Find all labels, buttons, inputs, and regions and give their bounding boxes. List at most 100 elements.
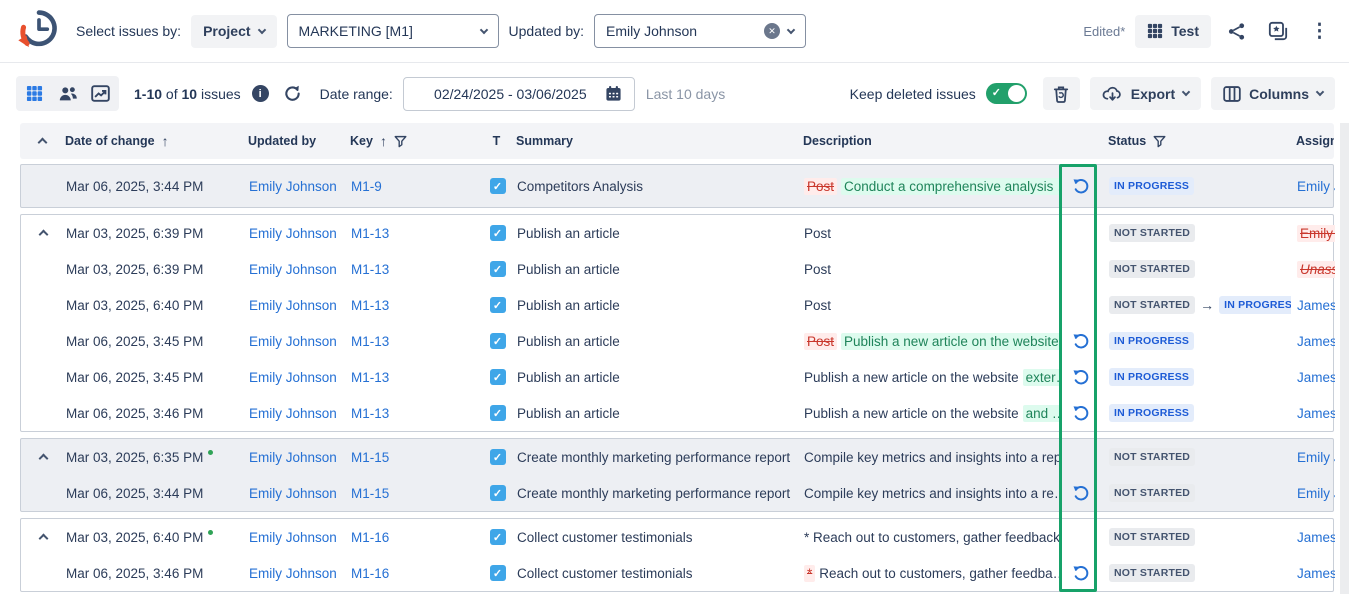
assignee-link[interactable]: James (1297, 530, 1335, 545)
chevron-down-icon (479, 25, 487, 33)
col-assignee-label[interactable]: Assignee (1296, 134, 1334, 148)
kebab-menu-button[interactable]: ⋮ (1304, 18, 1335, 45)
saved-reports-button[interactable] (1262, 17, 1294, 45)
collapse-all-chevron-icon[interactable] (38, 138, 48, 146)
col-status-label[interactable]: Status (1108, 134, 1146, 148)
col-type-label[interactable]: T (493, 134, 501, 148)
assignee-link[interactable]: Emily Johnson (1297, 450, 1335, 465)
change-date-text: Mar 06, 2025, 3:45 PM (66, 370, 203, 385)
col-date-label[interactable]: Date of change (65, 134, 155, 148)
description-cell: PostConduct a comprehensive analysis … (804, 178, 1061, 195)
chart-view-button[interactable] (85, 79, 116, 108)
description-cell: Post (804, 262, 1061, 277)
assignee-link[interactable]: James (1297, 334, 1335, 349)
info-icon[interactable]: i (252, 85, 269, 102)
view-switcher (16, 76, 119, 111)
collapse-group-chevron-icon[interactable] (39, 534, 49, 542)
revert-change-button[interactable] (1070, 367, 1091, 388)
assignee-link[interactable]: Emily Johnson (1297, 179, 1335, 194)
undo-icon (1072, 333, 1089, 350)
report-name-label: Test (1171, 23, 1199, 39)
assignee-link[interactable]: James (1297, 370, 1335, 385)
issue-key-link[interactable]: M1-13 (351, 226, 389, 241)
project-select-value: MARKETING [M1] (299, 23, 473, 39)
revert-cell (1061, 367, 1099, 388)
updated-by-link[interactable]: Emily Johnson (249, 406, 337, 421)
revert-change-button[interactable] (1070, 403, 1091, 424)
status-badge: NOT STARTED (1109, 528, 1195, 546)
issue-key-link[interactable]: M1-13 (351, 406, 389, 421)
revert-change-button[interactable] (1070, 176, 1091, 197)
clear-icon[interactable]: ✕ (764, 23, 780, 39)
updated-by-link[interactable]: Emily Johnson (249, 226, 337, 241)
col-summary-label[interactable]: Summary (516, 134, 573, 148)
assignee-link[interactable]: Emily Johnson (1297, 486, 1335, 501)
filter-icon[interactable] (394, 135, 407, 148)
assignee-link[interactable]: James (1297, 298, 1335, 313)
col-updated-by-label[interactable]: Updated by (248, 134, 316, 148)
status-cell: NOT STARTED (1099, 224, 1291, 242)
keep-deleted-toggle[interactable]: ✓ (986, 83, 1027, 104)
columns-button[interactable]: Columns (1211, 77, 1335, 110)
issue-key-link[interactable]: M1-13 (351, 370, 389, 385)
filter-icon[interactable] (1153, 135, 1166, 148)
description-segment: * Reach out to customers, gather feedbac… (804, 530, 1061, 545)
updated-by-link[interactable]: Emily Johnson (249, 566, 337, 581)
assignee-link[interactable]: James (1297, 566, 1335, 581)
issue-key-link[interactable]: M1-13 (351, 298, 389, 313)
updated-by-link[interactable]: Emily Johnson (249, 486, 337, 501)
collapse-group-chevron-icon[interactable] (39, 230, 49, 238)
issue-key-link[interactable]: M1-15 (351, 486, 389, 501)
col-summary: Summary (516, 134, 803, 148)
assignee-link[interactable]: James (1297, 406, 1335, 421)
calendar-icon[interactable] (605, 85, 622, 102)
updated-by-select[interactable]: Emily Johnson ✕ (594, 14, 806, 48)
summary-text: Competitors Analysis (517, 179, 643, 194)
share-button[interactable] (1221, 18, 1252, 45)
updated-by-link[interactable]: Emily Johnson (249, 530, 337, 545)
summary-cell: Publish an article (517, 370, 804, 385)
toolbar: 1-10 of 10 issues i Date range: 02/24/20… (0, 63, 1349, 123)
select-by-mode-dropdown[interactable]: Project (191, 15, 276, 48)
issue-key-cell: M1-13 (351, 334, 478, 349)
collapse-group-chevron-icon[interactable] (39, 454, 49, 462)
col-key-label[interactable]: Key (350, 134, 373, 148)
updated-by-link[interactable]: Emily Johnson (249, 262, 337, 277)
report-name-button[interactable]: Test (1135, 15, 1211, 48)
sort-ascending-icon[interactable]: ↑ (162, 133, 169, 149)
project-select[interactable]: MARKETING [M1] (287, 14, 499, 48)
issue-key-link[interactable]: M1-13 (351, 334, 389, 349)
sort-ascending-icon[interactable]: ↑ (380, 133, 387, 149)
date-range-input[interactable]: 02/24/2025 - 03/06/2025 (403, 77, 635, 111)
revert-change-button[interactable] (1070, 483, 1091, 504)
deleted-issues-button[interactable] (1043, 77, 1080, 110)
description-segment: exter… (1023, 369, 1061, 386)
issue-type-cell: ✓ (478, 405, 517, 421)
updated-by-link[interactable]: Emily Johnson (249, 370, 337, 385)
issue-key-link[interactable]: M1-16 (351, 530, 389, 545)
users-view-button[interactable] (52, 79, 83, 108)
updated-by-link[interactable]: Emily Johnson (249, 179, 337, 194)
updated-by-link[interactable]: Emily Johnson (249, 334, 337, 349)
revert-change-button[interactable] (1070, 563, 1091, 584)
issue-key-link[interactable]: M1-9 (351, 179, 382, 194)
chevron-down-icon (257, 25, 265, 33)
issue-key-link[interactable]: M1-15 (351, 450, 389, 465)
refresh-button[interactable] (281, 82, 304, 105)
description-cell: Publish a new article on the websiteand … (804, 405, 1061, 422)
updated-by-link[interactable]: Emily Johnson (249, 450, 337, 465)
date-range-hint: Last 10 days (646, 86, 725, 102)
vertical-scrollbar[interactable] (1340, 123, 1349, 594)
col-description-label[interactable]: Description (803, 134, 872, 148)
export-button[interactable]: Export (1090, 77, 1201, 110)
revert-change-button[interactable] (1070, 331, 1091, 352)
updated-by-link[interactable]: Emily Johnson (249, 298, 337, 313)
table-view-button[interactable] (19, 79, 50, 108)
status-badge: IN PROGRESS (1219, 296, 1291, 314)
issue-key-link[interactable]: M1-13 (351, 262, 389, 277)
issue-key-link[interactable]: M1-16 (351, 566, 389, 581)
edited-indicator: Edited* (1083, 24, 1125, 39)
updated-by-cell: Emily Johnson (249, 370, 351, 385)
issue-key-cell: M1-15 (351, 450, 478, 465)
change-date-text: Mar 06, 2025, 3:45 PM (66, 334, 203, 349)
